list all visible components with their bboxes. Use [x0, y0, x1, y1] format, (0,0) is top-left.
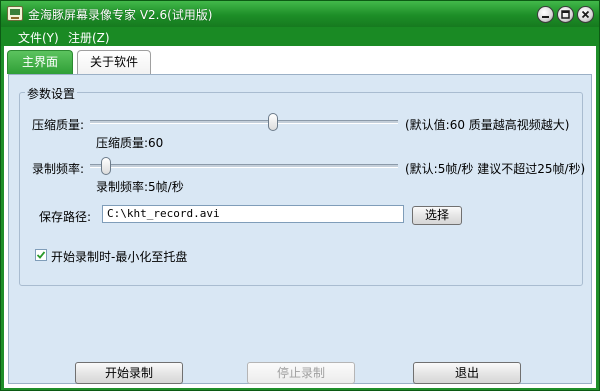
settings-group-title: 参数设置 — [25, 85, 78, 102]
close-button[interactable] — [577, 6, 594, 23]
save-path-input[interactable]: C:\kht_record.avi — [102, 205, 404, 223]
title-bar[interactable]: 金海豚屏幕录像专家 V2.6(试用版) — [1, 1, 599, 27]
app-logo-icon — [7, 6, 23, 21]
stop-recording-button[interactable]: 停止录制 — [247, 362, 355, 384]
tab-about[interactable]: 关于软件 — [77, 50, 151, 74]
minimize-to-tray-checkbox[interactable] — [35, 249, 47, 261]
exit-button[interactable]: 退出 — [413, 362, 521, 384]
close-icon — [581, 10, 590, 19]
maximize-icon — [561, 10, 570, 19]
tab-main[interactable]: 主界面 — [7, 50, 73, 74]
framerate-value: 录制频率:5帧/秒 — [96, 180, 184, 194]
minimize-button[interactable] — [537, 6, 554, 23]
main-panel: 参数设置 压缩质量: (默认值:60 质量越高视频越大) 压缩质量:60 录制频… — [8, 74, 592, 384]
app-window: 金海豚屏幕录像专家 V2.6(试用版) 文件(Y) 注册(Z) 主界面 关于软件… — [0, 0, 600, 391]
framerate-slider-track[interactable] — [90, 164, 398, 168]
menu-bar: 文件(Y) 注册(Z) — [1, 27, 599, 46]
client-area: 主界面 关于软件 参数设置 压缩质量: (默认值:60 质量越高视频越大) 压缩… — [4, 46, 596, 388]
compression-value: 压缩质量:60 — [96, 136, 164, 150]
compression-slider-thumb[interactable] — [267, 113, 278, 131]
settings-group: 参数设置 压缩质量: (默认值:60 质量越高视频越大) 压缩质量:60 录制频… — [19, 85, 586, 286]
start-recording-button[interactable]: 开始录制 — [75, 362, 183, 384]
minimize-icon — [542, 16, 549, 18]
framerate-slider-thumb[interactable] — [101, 157, 112, 175]
menu-register[interactable]: 注册(Z) — [68, 29, 110, 46]
maximize-button[interactable] — [557, 6, 574, 23]
compression-label: 压缩质量: — [32, 118, 85, 132]
framerate-hint: (默认:5帧/秒 建议不超过25帧/秒) — [405, 162, 586, 176]
compression-hint: (默认值:60 质量越高视频越大) — [405, 118, 570, 132]
minimize-to-tray-label: 开始录制时-最小化至托盘 — [51, 250, 188, 264]
browse-button[interactable]: 选择 — [412, 206, 462, 225]
compression-slider-track[interactable] — [90, 120, 398, 124]
save-path-label: 保存路径: — [39, 210, 92, 224]
menu-file[interactable]: 文件(Y) — [18, 29, 59, 46]
checkmark-icon — [36, 251, 46, 259]
window-title: 金海豚屏幕录像专家 V2.6(试用版) — [28, 8, 213, 22]
framerate-label: 录制频率: — [32, 162, 85, 176]
